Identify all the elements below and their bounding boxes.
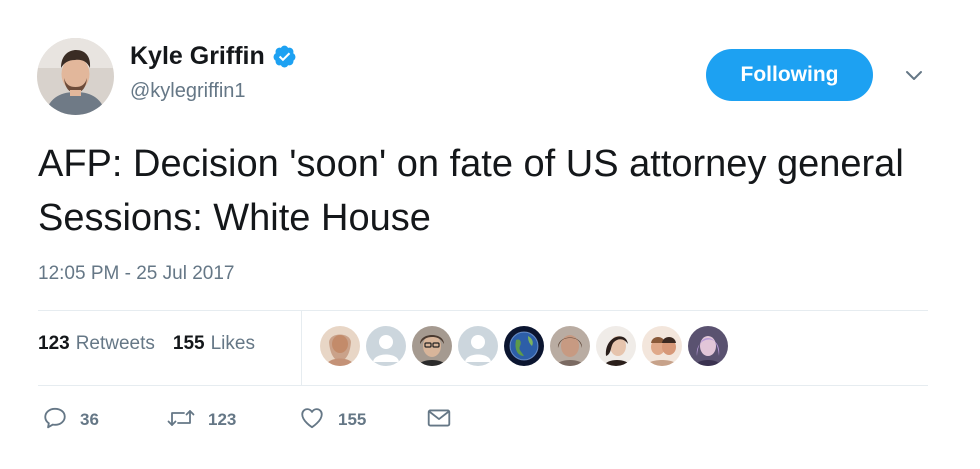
retweet-action[interactable]: 123 (166, 404, 236, 436)
following-button[interactable]: Following (706, 49, 873, 101)
author-display-name[interactable]: Kyle Griffin (130, 41, 265, 71)
liker-avatar-6-icon[interactable] (550, 326, 590, 366)
likes-label: Likes (210, 333, 255, 354)
stats-top-divider (38, 310, 928, 311)
retweet-icon (166, 405, 196, 436)
retweet-count: 123 (208, 410, 237, 429)
likes-count: 155 (172, 333, 205, 354)
heart-icon (298, 405, 326, 436)
author-name-row[interactable]: Kyle Griffin (130, 41, 297, 71)
chevron-down-icon[interactable] (903, 64, 925, 86)
stats-bottom-divider (38, 385, 928, 386)
liker-avatar-3-icon[interactable] (412, 326, 452, 366)
like-action[interactable]: 155 (298, 404, 366, 436)
liker-avatar-7-icon[interactable] (596, 326, 636, 366)
verified-badge-icon (272, 44, 297, 69)
author-avatar[interactable] (37, 38, 114, 115)
tweet-stats: 123 Retweets 155 Likes (38, 331, 273, 357)
tweet-actions: 36 123 155 (42, 404, 542, 436)
retweets-stat[interactable]: 123 Retweets (38, 331, 155, 357)
tweet-text: AFP: Decision 'soon' on fate of US attor… (38, 143, 904, 239)
envelope-icon (426, 405, 452, 436)
liker-avatar-8-icon[interactable] (642, 326, 682, 366)
stats-vertical-divider (301, 311, 302, 385)
message-action[interactable] (426, 404, 452, 436)
liker-avatar-1-icon[interactable] (320, 326, 360, 366)
likes-stat[interactable]: 155 Likes (173, 331, 255, 357)
profile-photo-icon (37, 38, 114, 115)
liker-avatar-5-icon[interactable] (504, 326, 544, 366)
retweets-label: Retweets (75, 333, 155, 354)
reply-action[interactable]: 36 (42, 404, 99, 436)
liker-avatars (320, 326, 734, 366)
reply-count: 36 (80, 410, 99, 429)
liker-avatar-9-icon[interactable] (688, 326, 728, 366)
retweets-count: 123 (38, 333, 70, 354)
reply-icon (42, 405, 68, 436)
like-count: 155 (338, 410, 367, 429)
liker-avatar-default-icon[interactable] (366, 326, 406, 366)
tweet-timestamp[interactable]: 12:05 PM - 25 Jul 2017 (38, 262, 234, 286)
liker-avatar-default-icon[interactable] (458, 326, 498, 366)
author-handle[interactable]: @kylegriffin1 (130, 79, 246, 103)
